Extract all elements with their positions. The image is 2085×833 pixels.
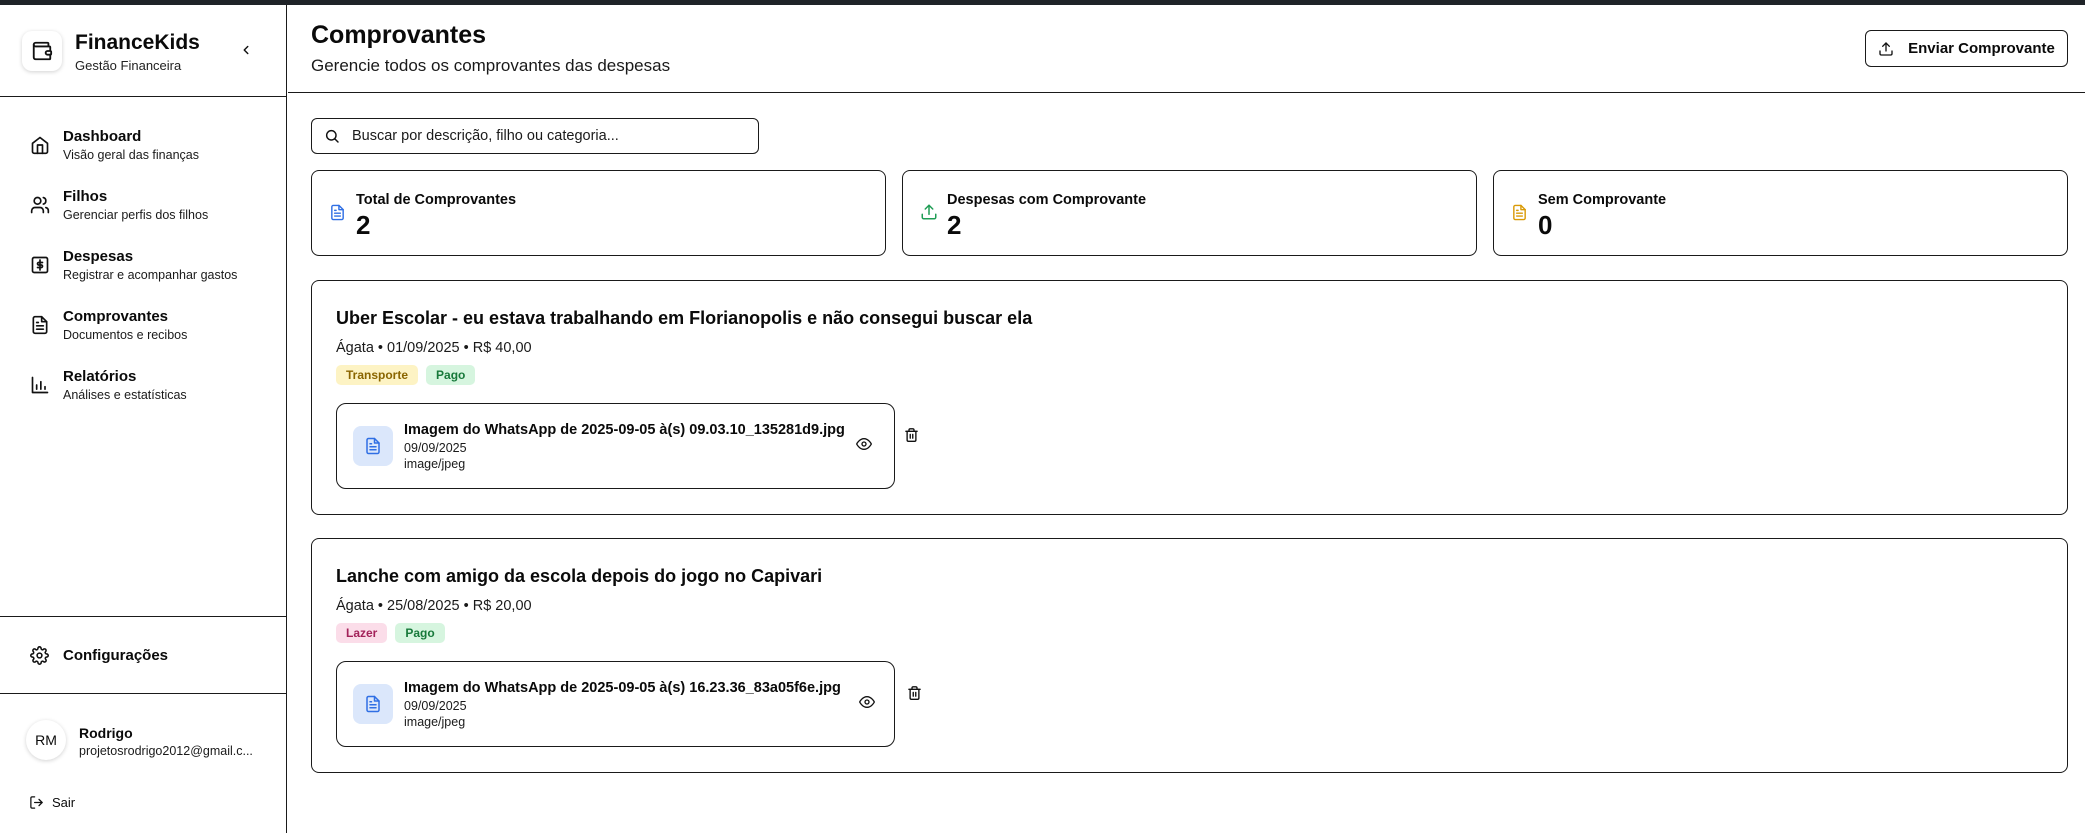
avatar: RM: [26, 720, 66, 760]
home-icon: [29, 134, 51, 156]
category-badge: Transporte: [336, 365, 419, 385]
sidebar-item-description: Análises e estatísticas: [63, 388, 187, 402]
stat-label: Sem Comprovante: [1538, 192, 1667, 208]
sidebar-item-dashboard[interactable]: Dashboard Visão geral das finanças: [0, 125, 287, 185]
file-text-icon: [353, 684, 393, 724]
upload-receipt-button[interactable]: Enviar Comprovante: [1865, 30, 2068, 67]
stat-label: Despesas com Comprovante: [947, 192, 1147, 208]
status-badge: Pago: [426, 365, 476, 385]
collapse-sidebar-button[interactable]: [236, 40, 256, 60]
category-badge: Lazer: [336, 623, 388, 643]
search-icon: [325, 129, 339, 143]
expense-card: Lanche com amigo da escola depois do jog…: [311, 538, 2068, 773]
sidebar: FinanceKids Gestão Financeira Dashboard …: [0, 5, 287, 833]
expense-meta: Ágata • 25/08/2025 • R$ 20,00: [336, 598, 532, 614]
sidebar-nav: Dashboard Visão geral das finanças Filho…: [0, 125, 287, 425]
stat-label: Total de Comprovantes: [356, 192, 517, 208]
attachment-date: 09/09/2025: [404, 699, 467, 713]
upload-receipt-label: Enviar Comprovante: [1908, 40, 2055, 57]
page-title: Comprovantes: [311, 21, 487, 49]
trash-icon[interactable]: [907, 685, 922, 706]
sidebar-item-description: Gerenciar perfis dos filhos: [63, 208, 209, 222]
expense-title: Uber Escolar - eu estava trabalhando em …: [336, 308, 1033, 328]
stat-card-with-receipt: Despesas com Comprovante 2: [902, 170, 1477, 256]
sidebar-item-comprovantes[interactable]: Comprovantes Documentos e recibos: [0, 305, 287, 365]
sidebar-item-description: Documentos e recibos: [63, 328, 188, 342]
sidebar-item-description: Registrar e acompanhar gastos: [63, 268, 238, 282]
status-badge: Pago: [395, 623, 445, 643]
user-email: projetosrodrigo2012@gmail.c...: [79, 744, 253, 758]
logout-icon: [30, 796, 43, 809]
expense-badges: Lazer Pago: [336, 623, 445, 643]
gear-icon: [30, 646, 49, 670]
attachment-item: Imagem do WhatsApp de 2025-09-05 à(s) 16…: [336, 661, 895, 747]
page-subtitle: Gerencie todos os comprovantes das despe…: [311, 56, 671, 75]
file-text-icon: [353, 426, 393, 466]
sidebar-item-label: Relatórios: [63, 368, 137, 385]
file-text-icon: [1511, 203, 1528, 227]
sidebar-item-label: Filhos: [63, 188, 108, 205]
sidebar-item-relatorios[interactable]: Relatórios Análises e estatísticas: [0, 365, 287, 425]
brand-subtitle: Gestão Financeira: [75, 58, 182, 73]
logout-button[interactable]: Sair: [29, 795, 75, 810]
brand-header: FinanceKids Gestão Financeira: [0, 5, 287, 97]
stat-card-total: Total de Comprovantes 2: [311, 170, 886, 256]
chevron-left-icon: [243, 45, 249, 55]
receipt-dollar-icon: [29, 254, 51, 276]
attachment-mimetype: image/jpeg: [404, 715, 466, 729]
settings-label: Configurações: [63, 647, 169, 664]
page-header: Comprovantes Gerencie todos os comprovan…: [288, 5, 2085, 93]
expense-card: Uber Escolar - eu estava trabalhando em …: [311, 280, 2068, 515]
attachment-date: 09/09/2025: [404, 441, 467, 455]
users-icon: [29, 194, 51, 216]
search-input[interactable]: [352, 128, 752, 144]
sidebar-item-label: Despesas: [63, 248, 134, 265]
expense-meta: Ágata • 01/09/2025 • R$ 40,00: [336, 340, 532, 356]
stat-value: 2: [947, 210, 962, 240]
sidebar-item-configuracoes[interactable]: Configurações: [0, 616, 287, 694]
upload-icon: [920, 203, 938, 226]
brand-name: FinanceKids: [75, 31, 200, 54]
sidebar-item-label: Comprovantes: [63, 308, 169, 325]
sidebar-item-description: Visão geral das finanças: [63, 148, 199, 162]
attachment-filename: Imagem do WhatsApp de 2025-09-05 à(s) 16…: [404, 680, 841, 696]
wallet-icon: [22, 31, 62, 71]
bar-chart-icon: [29, 374, 51, 396]
eye-icon[interactable]: [859, 694, 875, 715]
user-name: Rodrigo: [79, 725, 133, 741]
sidebar-item-filhos[interactable]: Filhos Gerenciar perfis dos filhos: [0, 185, 287, 245]
logout-label: Sair: [52, 795, 76, 810]
file-text-icon: [29, 314, 51, 336]
attachment-mimetype: image/jpeg: [404, 457, 466, 471]
sidebar-item-label: Dashboard: [63, 128, 142, 145]
stat-value: 2: [356, 210, 371, 240]
main-content: Comprovantes Gerencie todos os comprovan…: [288, 5, 2085, 833]
attachment-item: Imagem do WhatsApp de 2025-09-05 à(s) 09…: [336, 403, 895, 489]
eye-icon[interactable]: [856, 436, 872, 457]
file-text-icon: [329, 203, 346, 227]
stat-card-without-receipt: Sem Comprovante 0: [1493, 170, 2068, 256]
stat-value: 0: [1538, 210, 1553, 240]
expense-title: Lanche com amigo da escola depois do jog…: [336, 566, 823, 586]
user-profile[interactable]: RM Rodrigo projetosrodrigo2012@gmail.c..…: [0, 705, 287, 785]
attachment-filename: Imagem do WhatsApp de 2025-09-05 à(s) 09…: [404, 422, 845, 438]
trash-icon[interactable]: [904, 427, 919, 448]
upload-icon: [1879, 41, 1893, 56]
expense-badges: Transporte Pago: [336, 365, 476, 385]
sidebar-item-despesas[interactable]: Despesas Registrar e acompanhar gastos: [0, 245, 287, 305]
search-box: [311, 118, 759, 154]
